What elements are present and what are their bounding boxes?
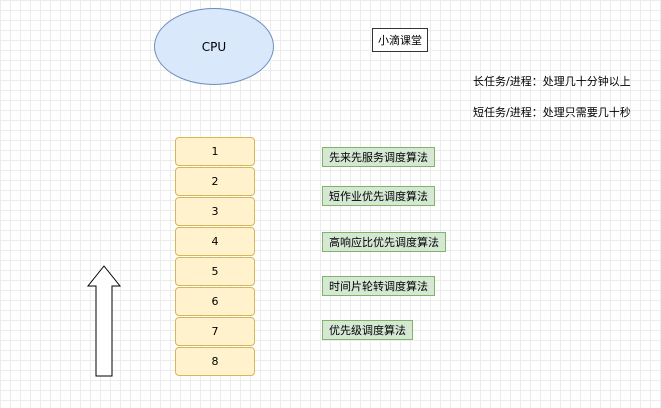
note-short-task: 短任务/进程：处理只需要几十秒 — [473, 106, 631, 119]
queue-slot-4: 4 — [175, 227, 255, 256]
up-arrow-icon — [86, 265, 122, 377]
title-tag: 小滴课堂 — [372, 28, 428, 52]
algorithm-fcfs: 先来先服务调度算法 — [322, 147, 435, 167]
algorithm-priority: 优先级调度算法 — [322, 320, 413, 340]
queue-slot-5: 5 — [175, 257, 255, 286]
queue-slot-7: 7 — [175, 317, 255, 346]
note-long-task: 长任务/进程：处理几十分钟以上 — [473, 75, 631, 88]
queue-slot-2: 2 — [175, 167, 255, 196]
queue-slot-3: 3 — [175, 197, 255, 226]
cpu-label: CPU — [201, 39, 227, 54]
algorithm-round-robin: 时间片轮转调度算法 — [322, 276, 435, 296]
queue-slot-1: 1 — [175, 137, 255, 166]
queue-slot-6: 6 — [175, 287, 255, 316]
algorithm-hrrn: 高响应比优先调度算法 — [322, 232, 446, 252]
queue-slot-8: 8 — [175, 347, 255, 376]
cpu-node: CPU — [154, 8, 274, 85]
algorithm-sjf: 短作业优先调度算法 — [322, 186, 435, 206]
